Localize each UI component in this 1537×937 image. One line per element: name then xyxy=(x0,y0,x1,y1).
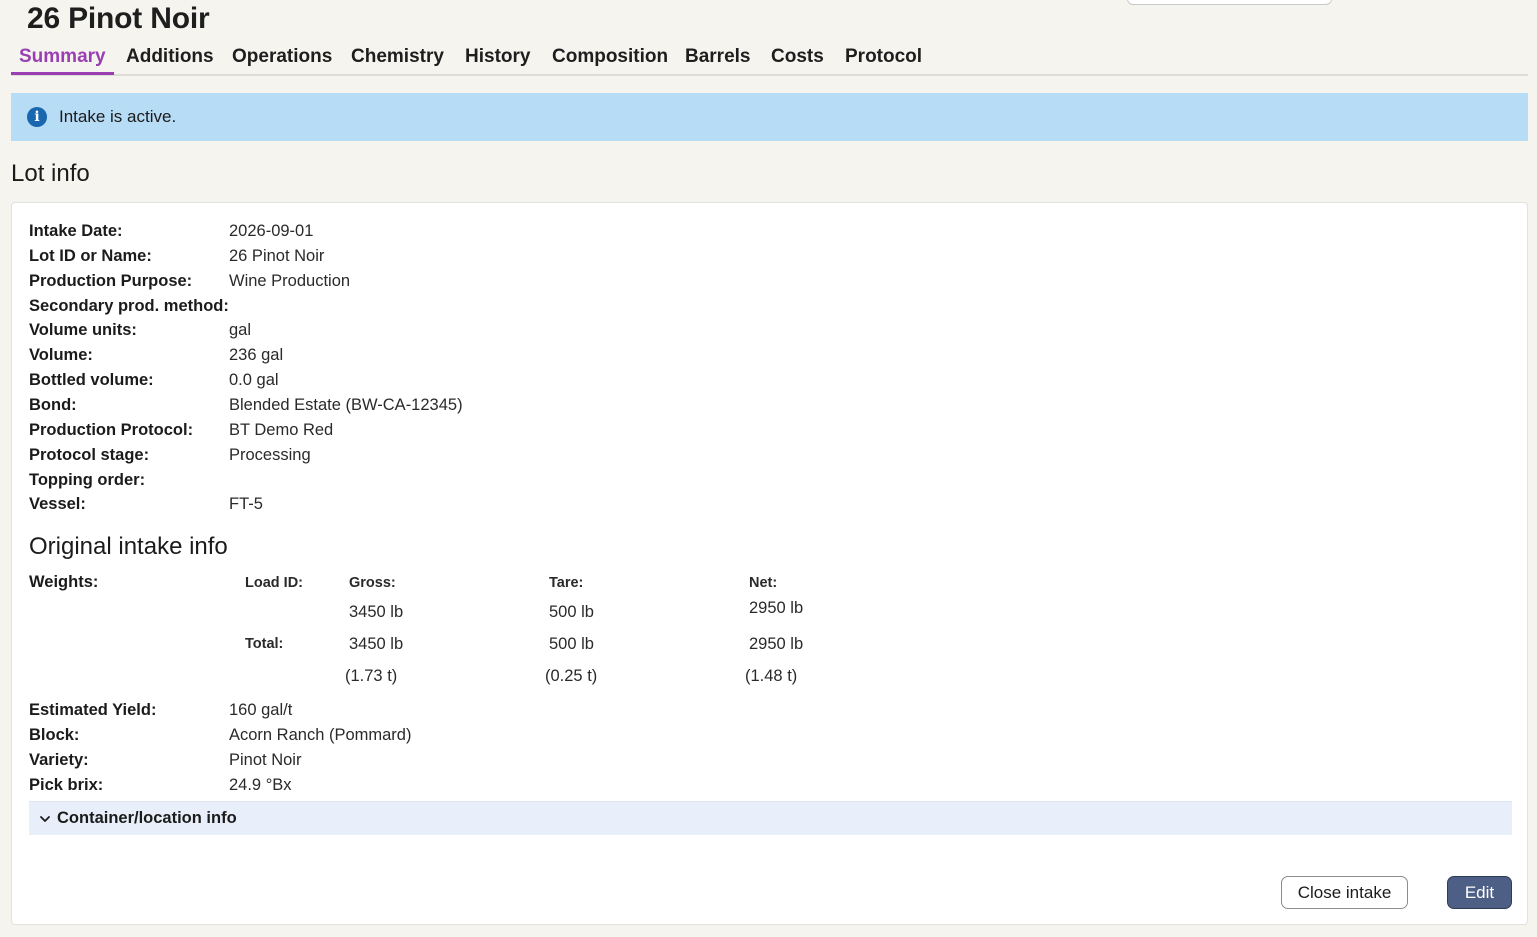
tab-barrels[interactable]: Barrels xyxy=(677,42,759,74)
tab-additions[interactable]: Additions xyxy=(118,42,222,74)
field-value: 236 gal xyxy=(229,346,284,364)
field-value: 24.9 °Bx xyxy=(229,776,292,794)
total-label: Total: xyxy=(245,636,284,652)
net-header: Net: xyxy=(749,575,778,591)
field-label: Vessel: xyxy=(29,495,86,513)
field-label: Pick brix: xyxy=(29,776,104,794)
tare-header: Tare: xyxy=(549,575,584,591)
field-value: Acorn Ranch (Pommard) xyxy=(229,726,412,744)
chevron-down-icon xyxy=(39,813,51,825)
field-label: Bottled volume: xyxy=(29,371,154,389)
field-value: Processing xyxy=(229,446,311,464)
field-label: Variety: xyxy=(29,751,89,769)
tab-bar: Summary Additions Operations Chemistry H… xyxy=(11,42,1528,76)
tab-summary[interactable]: Summary xyxy=(11,42,114,75)
field-value: BT Demo Red xyxy=(229,421,334,439)
field-label: Intake Date: xyxy=(29,222,123,240)
field-value: gal xyxy=(229,321,252,339)
tab-composition[interactable]: Composition xyxy=(544,42,676,74)
lot-info-title: Lot info xyxy=(11,160,90,187)
load-net: 2950 lb xyxy=(749,599,804,617)
search-input-stub[interactable] xyxy=(1127,0,1332,5)
field-label: Production Purpose: xyxy=(29,272,193,290)
field-value: 0.0 gal xyxy=(229,371,279,389)
accordion-label: Container/location info xyxy=(57,809,237,827)
edit-button[interactable]: Edit xyxy=(1447,876,1512,909)
field-value: Blended Estate (BW-CA-12345) xyxy=(229,396,463,414)
tons-net: (1.48 t) xyxy=(745,667,798,685)
field-label: Production Protocol: xyxy=(29,421,194,439)
field-label: Protocol stage: xyxy=(29,446,150,464)
field-value: 160 gal/t xyxy=(229,701,293,719)
intake-active-alert: i Intake is active. xyxy=(11,93,1528,141)
tab-chemistry[interactable]: Chemistry xyxy=(343,42,452,74)
weights-label: Weights: xyxy=(29,573,99,591)
load-id-header: Load ID: xyxy=(245,575,303,591)
tab-operations[interactable]: Operations xyxy=(224,42,340,74)
container-location-accordion[interactable]: Container/location info xyxy=(29,801,1512,835)
field-label: Volume units: xyxy=(29,321,137,339)
field-value: Wine Production xyxy=(229,272,351,290)
field-label: Bond: xyxy=(29,396,77,414)
total-net: 2950 lb xyxy=(749,635,804,653)
total-gross: 3450 lb xyxy=(349,635,404,653)
load-gross: 3450 lb xyxy=(349,603,404,621)
info-icon: i xyxy=(27,107,47,127)
alert-text: Intake is active. xyxy=(59,107,177,126)
field-label: Lot ID or Name: xyxy=(29,247,152,265)
lot-info-card: Intake Date: 2026-09-01 Lot ID or Name: … xyxy=(11,202,1528,925)
field-label: Estimated Yield: xyxy=(29,701,157,719)
load-tare: 500 lb xyxy=(549,603,594,621)
field-value: 2026-09-01 xyxy=(229,222,314,240)
tons-tare: (0.25 t) xyxy=(545,667,598,685)
original-intake-title: Original intake info xyxy=(29,533,228,560)
close-intake-button[interactable]: Close intake xyxy=(1281,876,1408,909)
field-label: Volume: xyxy=(29,346,93,364)
field-value: Pinot Noir xyxy=(229,751,302,769)
tab-protocol[interactable]: Protocol xyxy=(837,42,930,74)
page-title: 26 Pinot Noir xyxy=(27,2,210,35)
tab-costs[interactable]: Costs xyxy=(763,42,832,74)
field-value: FT-5 xyxy=(229,495,263,513)
gross-header: Gross: xyxy=(349,575,396,591)
field-label: Block: xyxy=(29,726,80,744)
field-label: Topping order: xyxy=(29,471,146,489)
field-label: Secondary prod. method: xyxy=(29,297,229,315)
total-tare: 500 lb xyxy=(549,635,594,653)
tab-history[interactable]: History xyxy=(457,42,538,74)
tons-gross: (1.73 t) xyxy=(345,667,398,685)
field-value: 26 Pinot Noir xyxy=(229,247,325,265)
